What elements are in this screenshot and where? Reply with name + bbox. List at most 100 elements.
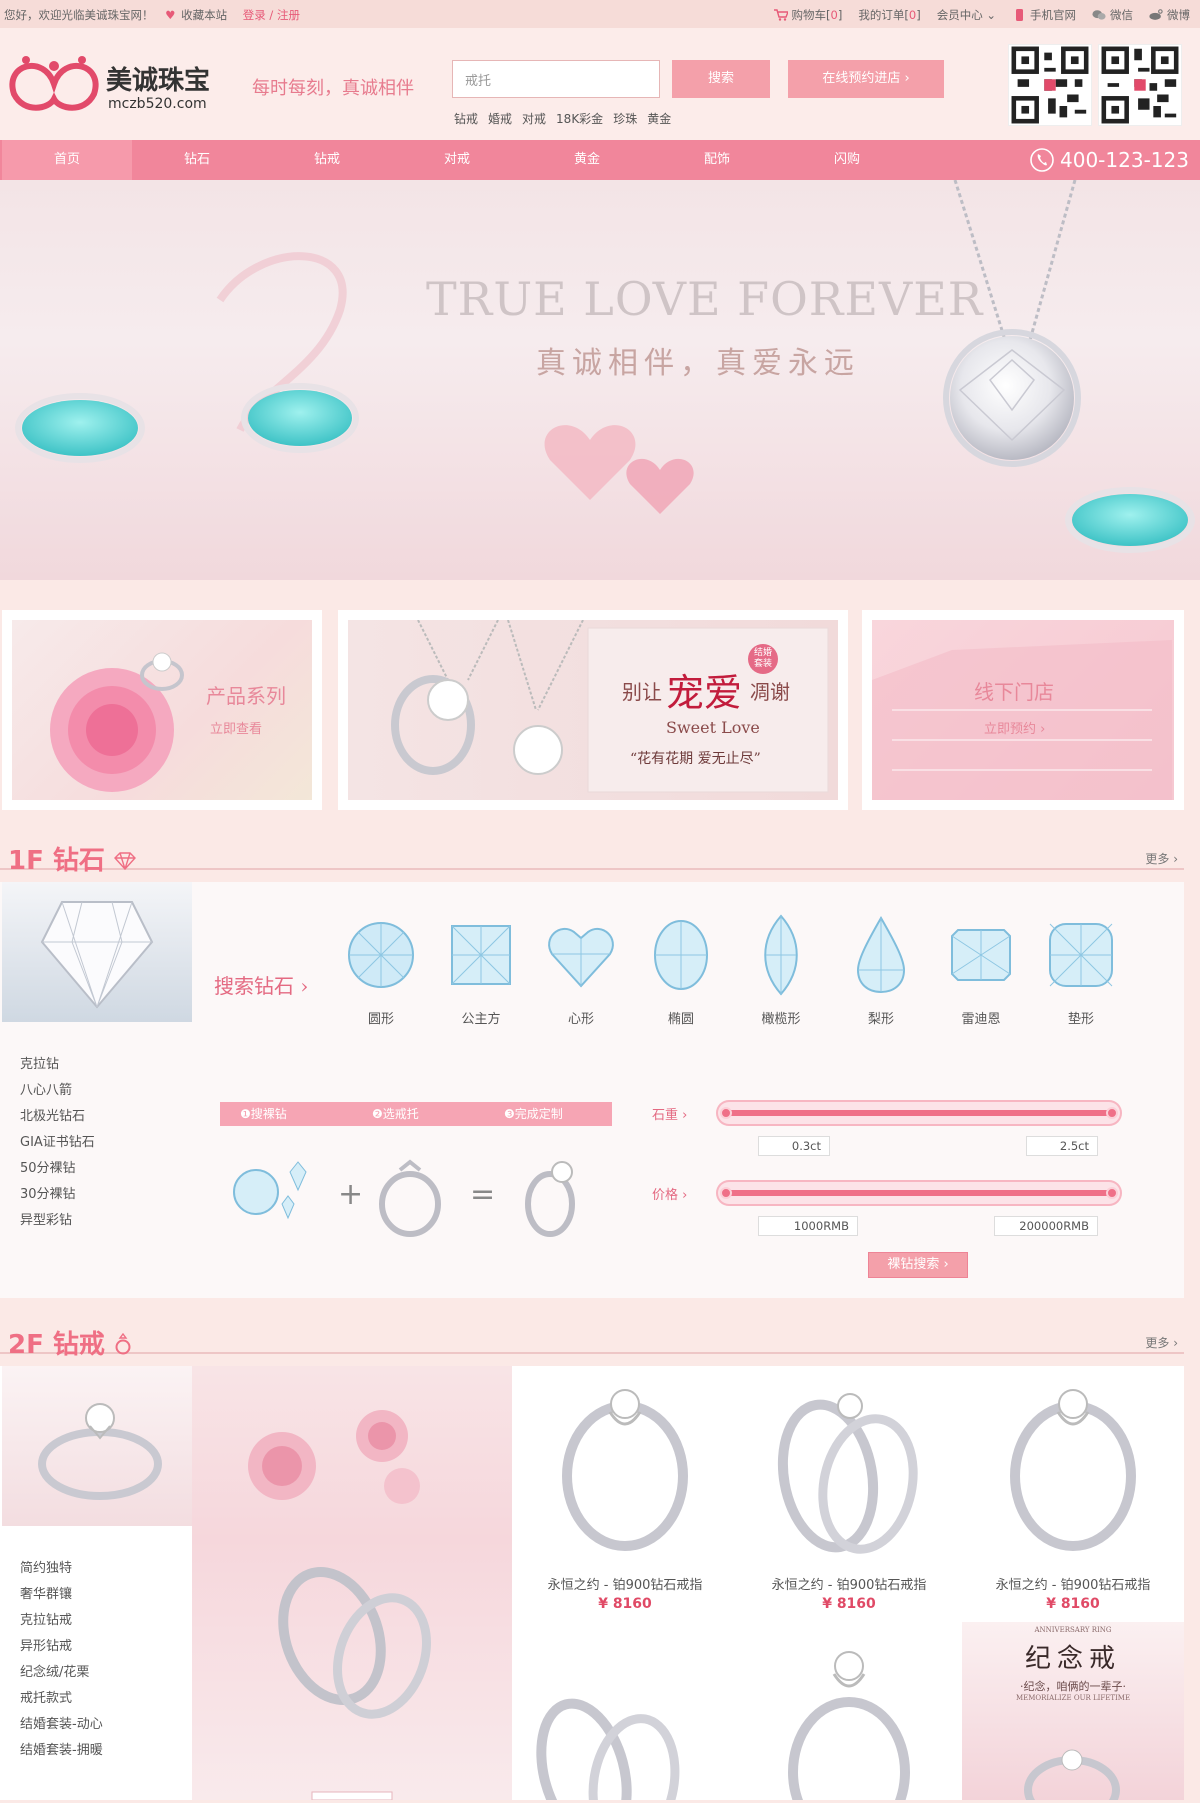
nav-item-diamond-ring[interactable]: 钻戒 [262,140,392,180]
weight-slider[interactable] [716,1100,1122,1126]
brand-logo[interactable]: 美诚珠宝 mczb520.com [4,54,210,117]
hot-keyword[interactable]: 对戒 [522,110,546,127]
hot-keyword[interactable]: 钻戒 [454,110,478,127]
member-center-dropdown[interactable]: 会员中心 ⌄ [937,7,996,23]
mobile-site-link[interactable]: 手机官网 [1012,7,1076,23]
shape-label: 圆形 [367,1012,394,1027]
diamond-feature-image[interactable] [2,882,192,1022]
wechat-icon [1092,10,1106,20]
product-card[interactable]: 永恒之约 - 铂900钻石戒指 ¥ 8160 [514,1366,736,1620]
slider-handle-max[interactable] [1106,1187,1118,1199]
category-link[interactable]: 纪念绒/花栗 [20,1660,103,1686]
promo-link[interactable]: 立即预约 › [984,718,1045,737]
hero-banner[interactable]: TRUE LOVE FOREVER 真诚相伴，真爱永远 [0,180,1200,580]
promo-link[interactable]: 立即查看 [210,718,262,737]
category-link[interactable]: 30分裸钻 [20,1182,95,1208]
favorite-link[interactable]: 收藏本站 [181,8,227,22]
cart-label: 购物车[ [791,8,831,22]
search-button[interactable]: 搜索 [672,60,770,98]
product-card[interactable]: 永恒之约 - 铂900钻石戒指 ¥ 8160 [738,1366,960,1620]
shape-pear[interactable]: 梨形 [836,910,926,1027]
category-link[interactable]: 克拉钻 [20,1052,95,1078]
marquise-diamond-icon [764,914,798,996]
product-card[interactable] [514,1622,736,1800]
shape-marquise[interactable]: 橄榄形 [736,910,826,1027]
diamond-search-button[interactable]: 裸钻搜索 › [868,1252,968,1278]
shape-heart[interactable]: 心形 [536,910,626,1027]
weibo-link[interactable]: 微博 [1149,7,1190,23]
slider-handle-max[interactable] [1106,1107,1118,1119]
nav-item-flash-sale[interactable]: 闪购 [782,140,912,180]
slider-handle-min[interactable] [720,1187,732,1199]
shape-oval[interactable]: 椭圆 [636,910,726,1027]
promo-product-series[interactable]: 产品系列 立即查看 [2,610,322,810]
product-card[interactable]: 永恒之约 - 铂900钻石戒指 ¥ 8160 [962,1366,1184,1620]
nav-item-gold[interactable]: 黄金 [522,140,652,180]
nav-item-home[interactable]: 首页 [2,140,132,180]
shape-cushion[interactable]: 垫形 [1036,910,1126,1027]
more-link[interactable]: 更多 › [1145,1334,1178,1351]
banner-title-en: TRUE LOVE FOREVER [426,272,984,326]
product-image [777,1393,918,1554]
shape-radiant[interactable]: 雷迪恩 [936,910,1026,1027]
shape-princess[interactable]: 公主方 [436,910,526,1027]
price-max-field[interactable]: 200000RMB [994,1216,1098,1236]
step-label: ❸完成定制 [504,1107,563,1121]
category-link[interactable]: 北极光钻石 [20,1104,95,1130]
cart-link[interactable]: 购物车[0] [773,7,842,23]
reserve-store-button[interactable]: 在线预约进店 › [788,60,944,98]
hotline: 400-123-123 [1030,140,1200,180]
orders-close: ] [916,8,921,22]
shape-round[interactable]: 圆形 [336,910,426,1027]
hot-keyword[interactable]: 婚戒 [488,110,512,127]
weight-max-field[interactable]: 2.5ct [1026,1136,1098,1156]
category-link[interactable]: 克拉钻戒 [20,1608,103,1634]
ring-feature-image[interactable] [2,1366,192,1526]
category-link[interactable]: GIA证书钻石 [20,1130,95,1156]
category-link[interactable]: 50分裸钻 [20,1156,95,1182]
category-link[interactable]: 结婚套装-动心 [20,1712,103,1738]
price-slider[interactable] [716,1180,1122,1206]
login-register-link[interactable]: 登录 / 注册 [243,8,300,22]
weight-min-field[interactable]: 0.3ct [758,1136,830,1156]
category-link[interactable]: 简约独特 [20,1556,103,1582]
slogan: 每时每刻，真诚相伴 [252,78,414,99]
nav-item-couple-ring[interactable]: 对戒 [392,140,522,180]
product-card[interactable] [738,1622,960,1800]
hot-keyword[interactable]: 珍珠 [613,110,637,127]
more-link[interactable]: 更多 › [1145,850,1178,867]
category-link[interactable]: 奢华群镶 [20,1582,103,1608]
cushion-diamond-icon [1049,923,1113,987]
main-nav: 首页 钻石 钻戒 对戒 黄金 配饰 闪购 400-123-123 [0,140,1200,180]
orders-link[interactable]: 我的订单[0] [858,7,920,23]
hot-keyword[interactable]: 18K彩金 [556,110,603,127]
ad-ring-image [1024,1749,1120,1800]
nav-item-diamond[interactable]: 钻石 [132,140,262,180]
couple-ring-banner[interactable] [192,1366,512,1801]
weight-slider-track [728,1110,1110,1116]
category-link[interactable]: 八心八箭 [20,1078,95,1104]
qr-code-icon [1008,44,1092,126]
category-link[interactable]: 异形钻戒 [20,1634,103,1660]
wechat-link[interactable]: 微信 [1092,7,1133,23]
roses-rings-image [248,1410,431,1801]
search-input[interactable]: 戒托 [452,60,660,98]
price-min-field[interactable]: 1000RMB [758,1216,858,1236]
product-name: 永恒之约 - 铂900钻石戒指 [771,1578,927,1593]
promo-title: 产品系列 [206,684,286,708]
category-link[interactable]: 戒托款式 [20,1686,103,1712]
promo-headline: 宠爱 [666,671,743,715]
category-link[interactable]: 异型彩钻 [20,1208,95,1234]
slider-handle-min[interactable] [720,1107,732,1119]
mobile-label: 手机官网 [1030,8,1076,22]
promo-offline-store[interactable]: 线下门店 立即预约 › [862,610,1184,810]
promo-wedding-set[interactable]: 结婚套装 别让 宠爱 凋谢 Sweet Love “花有花期 爱无止尽” [338,610,848,810]
nav-item-accessories[interactable]: 配饰 [652,140,782,180]
phone-icon [1030,148,1054,172]
hot-keyword[interactable]: 黄金 [647,110,671,127]
wechat-label: 微信 [1110,8,1133,22]
category-link[interactable]: 结婚套装-拥暖 [20,1738,103,1764]
product-image [536,1698,680,1800]
weight-label: 石重 › [652,1108,688,1123]
anniversary-ring-ad[interactable]: ANNIVERSARY RING 纪念戒 ·纪念，咱俩的一辈子· MEMORIA… [962,1622,1184,1800]
